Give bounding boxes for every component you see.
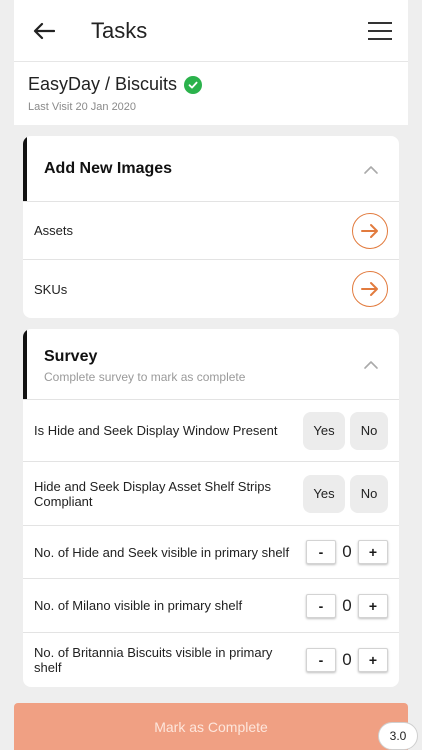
row-label: SKUs	[34, 281, 68, 297]
decrement-button[interactable]: -	[306, 593, 336, 618]
survey-count-row: No. of Britannia Biscuits visible in pri…	[23, 633, 399, 687]
menu-button[interactable]	[368, 18, 394, 44]
question-label: No. of Britannia Biscuits visible in pri…	[34, 645, 273, 675]
check-circle-icon	[184, 75, 203, 94]
question-label: Hide and Seek Display Asset Shelf Strips…	[34, 478, 272, 509]
chevron-up-icon[interactable]	[363, 162, 379, 178]
survey-question-row: Hide and Seek Display Asset Shelf Strips…	[23, 462, 399, 526]
hamburger-icon-line	[368, 29, 392, 32]
arrow-left-icon	[33, 22, 55, 39]
count-value: 0	[342, 650, 352, 669]
survey-header[interactable]: Survey Complete survey to mark as comple…	[23, 329, 399, 400]
chevron-up-icon[interactable]	[363, 357, 379, 373]
increment-button[interactable]: +	[358, 593, 388, 618]
last-visit-text: Last Visit 20 Jan 2020	[28, 101, 137, 113]
skus-row[interactable]: SKUs	[23, 260, 399, 318]
app-header: Tasks	[14, 0, 408, 62]
question-label: No. of Hide and Seek visible in primary …	[34, 544, 290, 560]
question-label: No. of Milano visible in primary shelf	[34, 598, 243, 613]
quantity-stepper: - 0 +	[306, 593, 388, 618]
add-images-card: Add New Images Assets SKUs	[23, 136, 399, 318]
assets-row[interactable]: Assets	[23, 202, 399, 260]
increment-button[interactable]: +	[358, 648, 388, 672]
survey-card: Survey Complete survey to mark as comple…	[23, 329, 399, 687]
yes-button[interactable]: Yes	[303, 411, 345, 450]
hamburger-icon-line	[368, 21, 392, 24]
skus-arrow-button[interactable]	[352, 271, 388, 307]
survey-count-row: No. of Hide and Seek visible in primary …	[23, 526, 399, 579]
survey-question-row: Is Hide and Seek Display Window Present …	[23, 400, 399, 462]
count-value: 0	[342, 542, 352, 561]
survey-count-row: No. of Milano visible in primary shelf -…	[23, 579, 399, 633]
page-title: Tasks	[91, 17, 148, 43]
hamburger-icon-line	[368, 37, 392, 40]
arrow-right-icon	[361, 223, 378, 238]
count-value: 0	[342, 595, 352, 615]
quantity-stepper: - 0 +	[306, 540, 388, 564]
no-button[interactable]: No	[350, 411, 388, 450]
no-button[interactable]: No	[350, 474, 388, 513]
app-screen: Tasks EasyDay / Biscuits Last Visit 20 J…	[14, 0, 408, 750]
yes-button[interactable]: Yes	[303, 474, 345, 513]
store-name: EasyDay / Biscuits	[28, 74, 178, 94]
decrement-button[interactable]: -	[306, 648, 336, 672]
section-title: Survey	[44, 348, 98, 365]
version-badge: 3.0	[378, 722, 418, 750]
assets-arrow-button[interactable]	[352, 212, 388, 249]
question-label: Is Hide and Seek Display Window Present	[34, 423, 278, 438]
quantity-stepper: - 0 +	[306, 648, 388, 672]
add-images-header[interactable]: Add New Images	[23, 136, 399, 202]
section-title: Add New Images	[44, 159, 173, 177]
mark-complete-button[interactable]: Mark as Complete	[14, 703, 408, 750]
back-button[interactable]	[30, 17, 58, 45]
section-subtitle: Complete survey to mark as complete	[44, 370, 246, 384]
decrement-button[interactable]: -	[306, 540, 336, 564]
store-info: EasyDay / Biscuits Last Visit 20 Jan 202…	[14, 62, 408, 125]
row-label: Assets	[34, 223, 74, 238]
increment-button[interactable]: +	[358, 540, 388, 564]
arrow-right-icon	[361, 282, 378, 296]
